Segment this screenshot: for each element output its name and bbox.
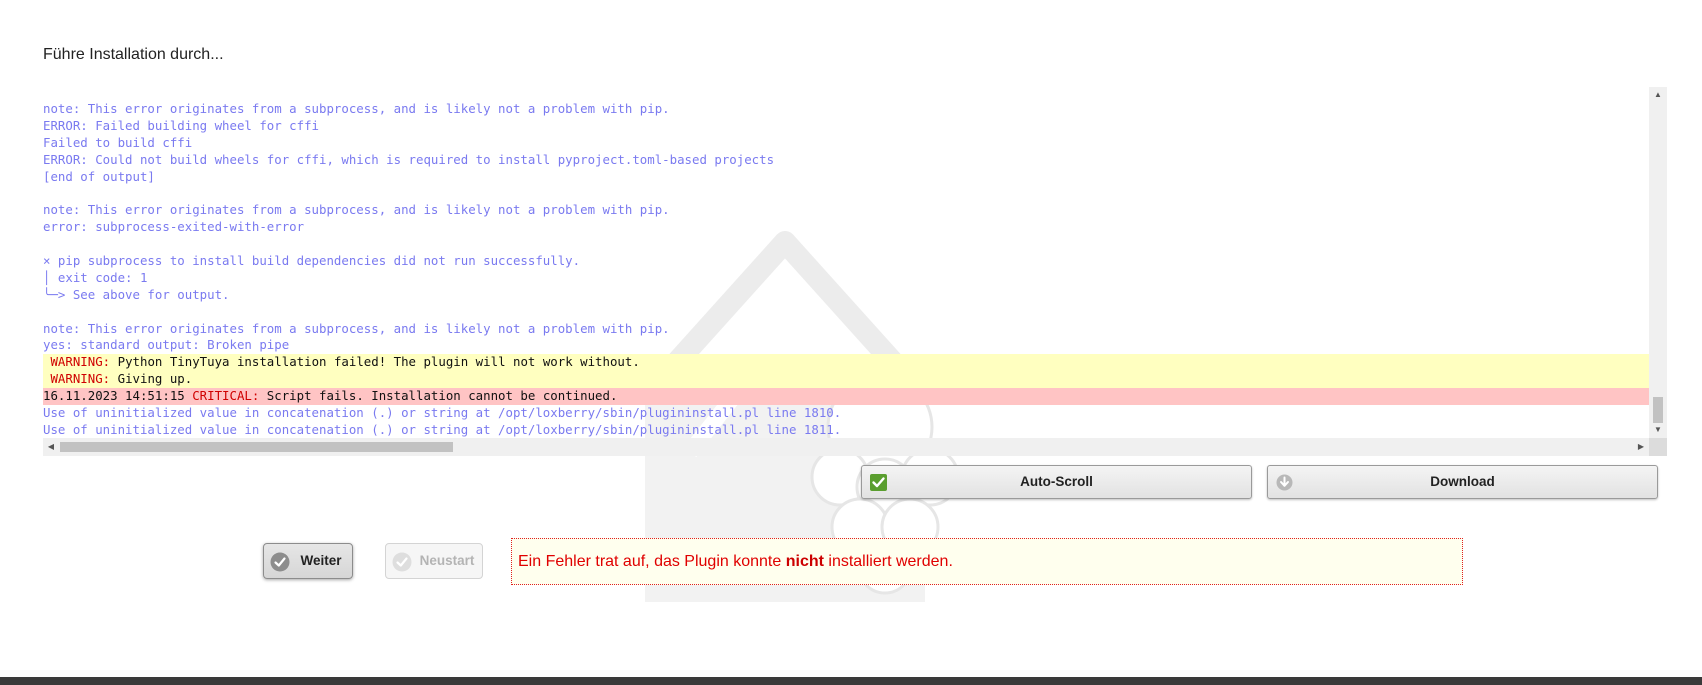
horizontal-scroll-thumb[interactable] [60,442,453,452]
log-line-message: Giving up. [110,371,193,387]
scroll-right-icon[interactable]: ▶ [1633,438,1649,456]
log-line-message: Script fails. Installation cannot be con… [259,388,618,404]
log-level-label: WARNING: [50,354,111,370]
log-lines: note: This error originates from a subpr… [43,101,1649,438]
log-level-label: CRITICAL: [192,388,260,404]
check-circle-icon [270,552,290,572]
weiter-button[interactable]: Weiter [263,543,353,579]
log-line-message: Python TinyTuya installation failed! The… [110,354,640,370]
download-label: Download [1430,474,1495,489]
log-line-prefix: 16.11.2023 14:51:15 [43,388,193,404]
log-line: ERROR: Could not build wheels for cffi, … [43,151,775,167]
log-line: ╰─> See above for output. [43,286,230,302]
error-message-emphasis: nicht [785,553,824,570]
log-level-label: WARNING: [50,371,111,387]
neustart-button: Neustart [385,543,483,579]
log-line: ERROR: Failed building wheel for cffi [43,117,320,133]
scroll-down-icon[interactable]: ▼ [1649,422,1667,438]
footer-bar [0,677,1702,685]
log-line: yes: standard output: Broken pipe [43,337,290,353]
log-line: error: subprocess-exited-with-error [43,219,305,235]
scroll-up-icon[interactable]: ▲ [1649,87,1667,103]
weiter-label: Weiter [300,553,342,568]
auto-scroll-button[interactable]: Auto-Scroll [861,465,1252,499]
vertical-scroll-thumb[interactable] [1653,397,1663,423]
warning-log-line: WARNING: Giving up. [43,371,1649,389]
check-circle-icon [392,552,412,572]
error-message-box: Ein Fehler trat auf, das Plugin konnte n… [511,538,1463,585]
log-line: Failed to build cffi [43,134,193,150]
critical-log-line: 16.11.2023 14:51:15 CRITICAL: Script fai… [43,388,1649,406]
scroll-left-icon[interactable]: ◀ [43,438,59,456]
vertical-scrollbar[interactable]: ▲ ▼ [1649,87,1667,438]
log-line: [end of output] [43,168,155,184]
log-line: │ exit code: 1 [43,269,148,285]
download-button[interactable]: Download [1267,465,1658,499]
log-line: Use of uninitialized value in concatenat… [43,421,842,437]
page-title: Führe Installation durch... [43,46,224,63]
log-viewport[interactable]: note: This error originates from a subpr… [43,87,1649,438]
error-message-text-start: Ein Fehler trat auf, das Plugin konnte [518,553,786,570]
install-log-panel[interactable]: note: This error originates from a subpr… [43,87,1667,456]
log-line: note: This error originates from a subpr… [43,320,670,336]
scrollbar-corner [1649,438,1667,456]
auto-scroll-label: Auto-Scroll [1020,474,1093,489]
page: Führe Installation durch... note: This e… [0,0,1702,685]
error-message-text-end: installiert werden. [823,553,953,570]
log-line: note: This error originates from a subpr… [43,101,670,116]
warning-log-line: WARNING: Python TinyTuya installation fa… [43,354,1649,372]
log-line: Use of uninitialized value in concatenat… [43,405,842,421]
log-line: note: This error originates from a subpr… [43,202,670,218]
log-line: × pip subprocess to install build depend… [43,253,581,269]
neustart-label: Neustart [419,553,475,568]
horizontal-scrollbar[interactable]: ◀ ▶ [43,438,1649,456]
